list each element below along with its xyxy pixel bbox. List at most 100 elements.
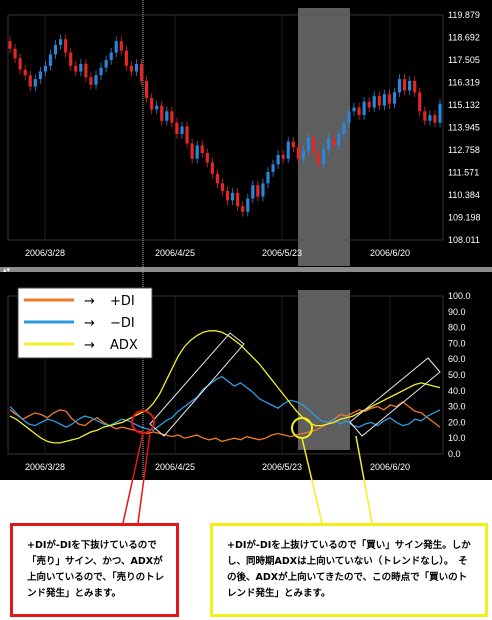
- price-y-tick-label: 110.384: [448, 190, 480, 200]
- candle-body: [402, 79, 407, 91]
- candle-body: [18, 58, 22, 70]
- candle-body: [69, 52, 73, 66]
- candle-body: [13, 48, 17, 59]
- candle-body: [89, 77, 93, 85]
- candle-body: [144, 80, 149, 99]
- price-x-tick-label: 2006/5/23: [262, 248, 302, 258]
- candle-body: [261, 183, 265, 197]
- candle-body: [327, 137, 331, 150]
- candle-body: [342, 122, 346, 135]
- indicator-x-tick-label: 2006/6/20: [370, 462, 410, 472]
- candle-body: [200, 145, 204, 153]
- candle-body: [276, 154, 280, 165]
- candle-body: [438, 103, 442, 123]
- candle-body: [64, 39, 68, 53]
- indicator-y-tick-label: 80.0: [448, 323, 466, 333]
- candle-body: [296, 147, 300, 159]
- candle-body: [337, 134, 341, 146]
- candle-body: [165, 111, 169, 121]
- legend-arrow: →: [84, 338, 95, 353]
- indicator-x-tick-label: 2006/3/28: [25, 462, 65, 472]
- legend-arrow: →: [84, 316, 95, 331]
- candle-body: [311, 137, 316, 153]
- candle-body: [190, 143, 194, 159]
- price-x-tick-label: 2006/4/25: [155, 248, 195, 258]
- candle-body: [332, 137, 336, 146]
- candle-body: [155, 105, 159, 110]
- indicator-x-tick-label: 2006/5/23: [262, 462, 302, 472]
- candle-body: [139, 63, 144, 81]
- panel-separator[interactable]: [0, 267, 492, 272]
- price-y-tick-label: 116.319: [448, 77, 480, 87]
- candle-body: [230, 192, 235, 201]
- candle-body: [241, 206, 245, 212]
- indicator-y-tick-label: 100.0: [448, 291, 471, 301]
- candle-body: [352, 107, 356, 112]
- candle-body: [286, 141, 290, 159]
- candle-body: [413, 80, 417, 93]
- candle-body: [281, 154, 285, 159]
- candle-body: [251, 185, 255, 199]
- price-y-tick-label: 113.945: [448, 123, 480, 133]
- candle-body: [160, 105, 164, 121]
- candle-body: [134, 63, 139, 72]
- candle-body: [58, 39, 63, 45]
- indicator-y-tick-label: 70.0: [448, 338, 466, 348]
- candle-body: [291, 141, 295, 148]
- candle-body: [84, 63, 88, 78]
- candle-body: [397, 79, 402, 93]
- candle-body: [175, 122, 179, 135]
- candle-body: [362, 101, 366, 116]
- indicator-y-tick-label: 60.0: [448, 354, 466, 364]
- candle-body: [225, 190, 230, 201]
- candle-body: [322, 149, 326, 165]
- candle-body: [150, 98, 154, 110]
- price-y-tick-label: 115.132: [448, 100, 480, 110]
- candle-body: [28, 75, 32, 87]
- panel-separator-handle-icon[interactable]: ▴▾: [3, 266, 11, 274]
- buy-signal-callout-text: +DIが-DIを上抜けているので「買い」サイン発生。しかし、同時期ADXは上向い…: [227, 540, 471, 599]
- price-y-tick-label: 119.879: [448, 10, 480, 20]
- indicator-y-tick-label: 20.0: [448, 417, 466, 427]
- candle-body: [180, 126, 184, 135]
- candle-body: [377, 96, 381, 106]
- candle-body: [301, 151, 306, 159]
- candle-body: [94, 75, 98, 85]
- sell-signal-callout: +DIが-DIを下抜けているので「売り」サイン、かつ、ADXが上向いているので、…: [10, 523, 179, 617]
- indicator-y-tick-label: 90.0: [448, 307, 466, 317]
- candle-body: [48, 54, 53, 66]
- candle-body: [119, 41, 123, 51]
- candle-body: [372, 96, 376, 108]
- candle-body: [114, 41, 118, 53]
- buy-signal-callout: +DIが-DIを上抜けているので「買い」サイン発生。しかし、同時期ADXは上向い…: [210, 523, 488, 617]
- candle-body: [382, 94, 386, 106]
- candle-body: [266, 171, 270, 184]
- candle-body: [99, 67, 103, 76]
- candle-body: [33, 79, 37, 87]
- candle-body: [357, 107, 361, 116]
- candle-body: [79, 63, 83, 72]
- candle-body: [246, 198, 250, 212]
- indicator-y-tick-label: 50.0: [448, 370, 466, 380]
- candle-body: [220, 183, 225, 191]
- price-x-tick-label: 2006/3/28: [25, 248, 65, 258]
- candle-body: [185, 126, 189, 144]
- candle-body: [256, 185, 260, 197]
- candle-body: [205, 152, 209, 163]
- candle-body: [408, 80, 412, 91]
- candle-body: [195, 145, 199, 159]
- price-y-tick-label: 109.198: [448, 212, 481, 222]
- candle-body: [104, 60, 108, 68]
- candle-body: [387, 94, 392, 104]
- candle-body: [43, 65, 48, 72]
- price-panel-background: [0, 0, 492, 268]
- indicator-y-tick-label: 30.0: [448, 402, 466, 412]
- candle-body: [74, 65, 78, 72]
- candle-body: [418, 92, 422, 112]
- candle-body: [392, 92, 397, 104]
- candle-body: [170, 111, 174, 123]
- candle-body: [306, 137, 311, 152]
- sell-signal-callout-text: +DIが-DIを下抜けているので「売り」サイン、かつ、ADXが上向いているので、…: [27, 540, 165, 599]
- candle-body: [53, 44, 58, 55]
- candle-body: [109, 52, 113, 61]
